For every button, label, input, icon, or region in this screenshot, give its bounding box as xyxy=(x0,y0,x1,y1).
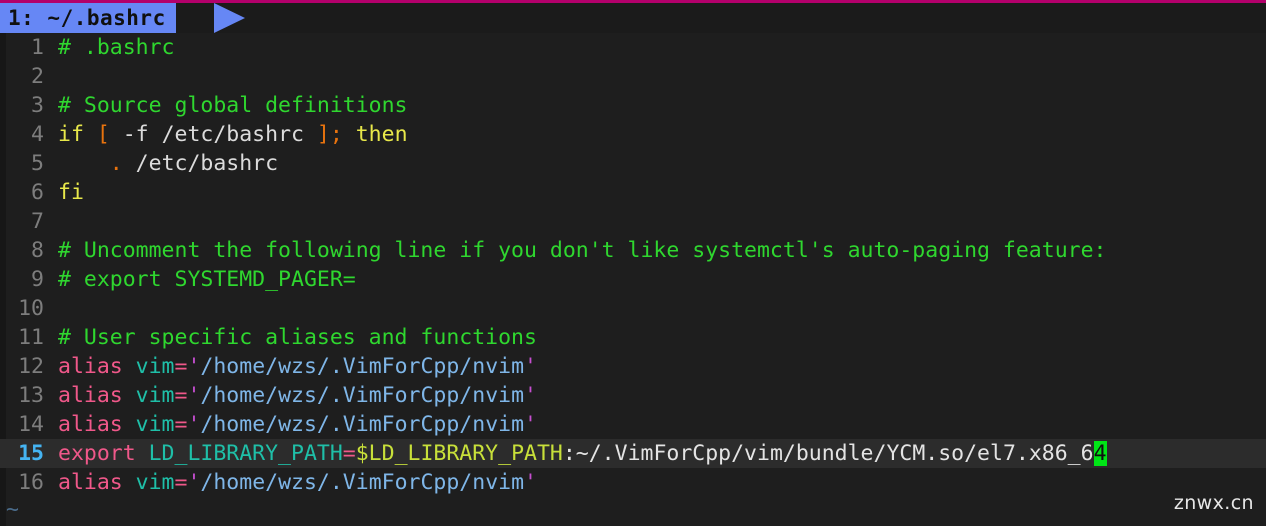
code-token: ]; xyxy=(316,122,343,147)
line-number: 13 xyxy=(18,383,44,408)
line-number: 12 xyxy=(18,354,44,379)
code-line[interactable]: 13 alias vim='/home/wzs/.VimForCpp/nvim' xyxy=(0,381,1266,410)
code-token: export xyxy=(58,441,149,466)
code-line[interactable]: 3 # Source global definitions xyxy=(0,91,1266,120)
code-token: alias xyxy=(58,412,136,437)
code-line[interactable]: 2 xyxy=(0,62,1266,91)
line-number: 14 xyxy=(18,412,44,437)
vim-tabline: 1: ~/.bashrc xyxy=(0,3,1266,33)
code-token: ' xyxy=(524,383,537,408)
line-text: alias vim='/home/wzs/.VimForCpp/nvim' xyxy=(44,468,537,497)
line-text: alias vim='/home/wzs/.VimForCpp/nvim' xyxy=(44,381,537,410)
watermark-label: znwx.cn xyxy=(1173,492,1254,514)
code-token: /home/wzs/.VimForCpp/nvim xyxy=(200,354,525,379)
code-line[interactable]: 12 alias vim='/home/wzs/.VimForCpp/nvim' xyxy=(0,352,1266,381)
code-token: fi xyxy=(58,180,84,205)
code-token: LD_LIBRARY_PATH xyxy=(148,441,343,466)
code-token: ' xyxy=(187,412,201,437)
code-token: . xyxy=(109,151,123,176)
code-token: alias xyxy=(58,354,136,379)
code-token: = xyxy=(342,441,356,466)
code-token: ' xyxy=(187,383,201,408)
editor-buffer[interactable]: 1 # .bashrc 2 3 # Source global definitions 4… xyxy=(0,33,1266,526)
code-token: = xyxy=(174,354,188,379)
code-token: vim xyxy=(135,354,175,379)
line-text: fi xyxy=(44,178,84,207)
code-token: # Source global definitions xyxy=(58,93,408,118)
code-token: /home/wzs/.VimForCpp/nvim xyxy=(200,383,525,408)
line-number: 2 xyxy=(31,64,44,89)
code-line[interactable]: 8 # Uncomment the following line if you d… xyxy=(0,236,1266,265)
code-line[interactable]: 15 export LD_LIBRARY_PATH=$LD_LIBRARY_PAT… xyxy=(0,439,1266,468)
line-number: 15 xyxy=(18,441,44,466)
line-text: # Uncomment the following line if you do… xyxy=(44,236,1106,265)
line-text: # .bashrc xyxy=(44,33,175,62)
code-token: # User specific aliases and functions xyxy=(58,325,537,350)
text-cursor: 4 xyxy=(1093,441,1107,466)
code-token: ' xyxy=(524,412,537,437)
line-number: 10 xyxy=(18,296,44,321)
line-number: 7 xyxy=(31,209,44,234)
code-token: /home/wzs/.VimForCpp/nvim xyxy=(200,470,525,495)
terminal-vim-window: 1: ~/.bashrc 1 # .bashrc 2 3 # Source global… xyxy=(0,0,1266,526)
code-token: # Uncomment the following line if you do… xyxy=(58,238,1107,263)
line-number: 9 xyxy=(31,267,44,292)
code-token: [ xyxy=(96,122,110,147)
code-token: ' xyxy=(524,354,537,379)
line-number: 3 xyxy=(31,93,44,118)
code-line[interactable]: 6 fi xyxy=(0,178,1266,207)
line-number: 8 xyxy=(31,238,44,263)
empty-line-marker: ~ xyxy=(6,497,19,522)
line-number: 5 xyxy=(31,151,44,176)
code-token: vim xyxy=(135,470,175,495)
line-text: . /etc/bashrc xyxy=(44,149,278,178)
code-line[interactable]: 7 xyxy=(0,207,1266,236)
code-token: alias xyxy=(58,383,136,408)
code-token: $LD_LIBRARY_PATH xyxy=(355,441,563,466)
line-text: # Source global definitions xyxy=(44,91,408,120)
code-lines-container: 1 # .bashrc 2 3 # Source global definitions 4… xyxy=(0,33,1266,497)
code-line[interactable]: 16 alias vim='/home/wzs/.VimForCpp/nvim' xyxy=(0,468,1266,497)
line-number: 4 xyxy=(31,122,44,147)
code-token: ' xyxy=(187,354,201,379)
code-token: = xyxy=(174,470,188,495)
line-number: 6 xyxy=(31,180,44,205)
line-number: 11 xyxy=(18,325,44,350)
code-token: # export SYSTEMD_PAGER= xyxy=(58,267,356,292)
code-token: = xyxy=(174,412,188,437)
code-token: ' xyxy=(187,470,201,495)
tab-arrow-shape xyxy=(214,3,245,33)
line-text: alias vim='/home/wzs/.VimForCpp/nvim' xyxy=(44,352,537,381)
code-line[interactable]: 14 alias vim='/home/wzs/.VimForCpp/nvim' xyxy=(0,410,1266,439)
code-token: then xyxy=(342,122,408,147)
line-text: export LD_LIBRARY_PATH=$LD_LIBRARY_PATH:… xyxy=(44,439,1107,468)
line-number: 16 xyxy=(18,470,44,495)
line-text: # export SYSTEMD_PAGER= xyxy=(44,265,356,294)
line-text: if [ -f /etc/bashrc ]; then xyxy=(44,120,408,149)
line-text: alias vim='/home/wzs/.VimForCpp/nvim' xyxy=(44,410,537,439)
code-token: /etc/bashrc xyxy=(122,151,279,176)
code-token: ' xyxy=(524,470,537,495)
tab-bashrc[interactable]: 1: ~/.bashrc xyxy=(0,3,176,33)
code-line[interactable]: 1 # .bashrc xyxy=(0,33,1266,62)
code-line[interactable]: 10 xyxy=(0,294,1266,323)
code-token: if xyxy=(58,122,97,147)
code-line[interactable]: 9 # export SYSTEMD_PAGER= xyxy=(0,265,1266,294)
code-line[interactable]: 4 if [ -f /etc/bashrc ]; then xyxy=(0,120,1266,149)
line-number: 1 xyxy=(31,35,44,60)
code-token: vim xyxy=(135,412,175,437)
code-token: = xyxy=(174,383,188,408)
line-text: # User specific aliases and functions xyxy=(44,323,537,352)
code-token: :~/.VimForCpp/vim/bundle/YCM.so/el7.x86_… xyxy=(562,441,1094,466)
code-token: alias xyxy=(58,470,136,495)
tab-label: 1: ~/.bashrc xyxy=(8,6,166,30)
code-token: vim xyxy=(135,383,175,408)
code-token: # .bashrc xyxy=(58,35,175,60)
code-line[interactable]: 11 # User specific aliases and functions xyxy=(0,323,1266,352)
code-line[interactable]: 5 . /etc/bashrc xyxy=(0,149,1266,178)
code-token: /home/wzs/.VimForCpp/nvim xyxy=(200,412,525,437)
code-token: -f /etc/bashrc xyxy=(109,122,317,147)
